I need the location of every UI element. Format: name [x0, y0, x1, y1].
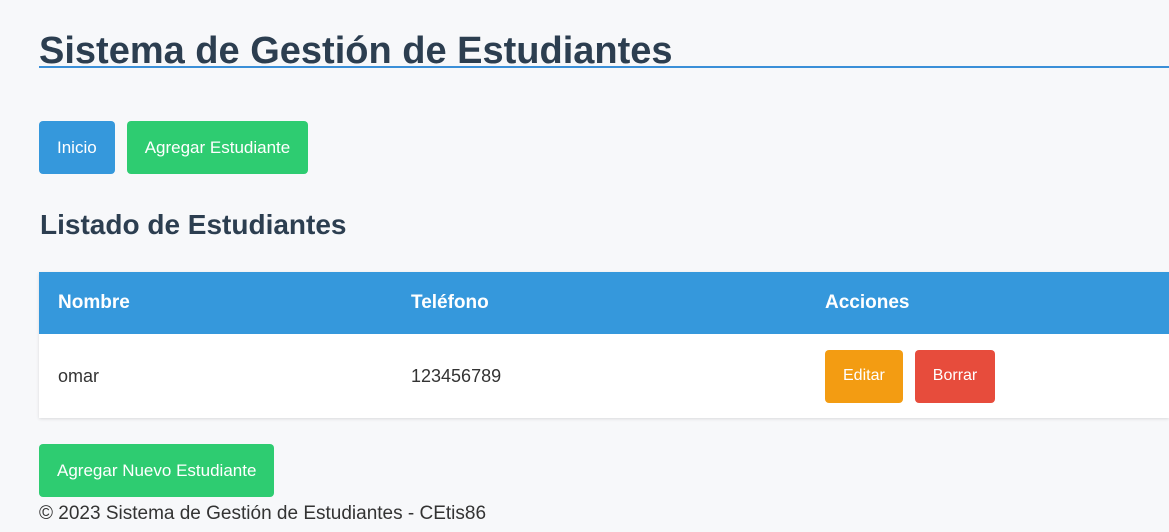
- students-table: Nombre Teléfono Acciones omar 123456789 …: [39, 272, 1169, 418]
- section-title: Listado de Estudiantes: [40, 209, 347, 240]
- add-new-wrapper: Agregar Nuevo Estudiante: [39, 444, 275, 497]
- page-title: Sistema de Gestión de Estudiantes: [39, 0, 1169, 72]
- footer-text: © 2023 Sistema de Gestión de Estudiantes…: [39, 503, 487, 524]
- add-new-student-button[interactable]: Agregar Nuevo Estudiante: [39, 444, 275, 497]
- edit-button[interactable]: Editar: [825, 349, 903, 403]
- table-row: omar 123456789 Editar Borrar: [39, 334, 1169, 418]
- main-nav: Inicio Agregar Estudiante: [39, 121, 309, 174]
- add-student-button[interactable]: Agregar Estudiante: [126, 121, 309, 174]
- home-button[interactable]: Inicio: [39, 121, 115, 174]
- column-header-phone: Teléfono: [411, 292, 489, 313]
- table-header: Nombre Teléfono Acciones: [39, 272, 1169, 334]
- delete-button[interactable]: Borrar: [914, 349, 996, 403]
- student-actions-cell: Editar Borrar: [805, 349, 1169, 403]
- student-name-cell: omar: [58, 365, 100, 386]
- page-container: Sistema de Gestión de Estudiantes Inicio…: [39, 0, 1169, 524]
- column-header-actions: Acciones: [825, 292, 910, 313]
- student-phone-cell: 123456789: [411, 365, 502, 386]
- column-header-name: Nombre: [58, 292, 130, 313]
